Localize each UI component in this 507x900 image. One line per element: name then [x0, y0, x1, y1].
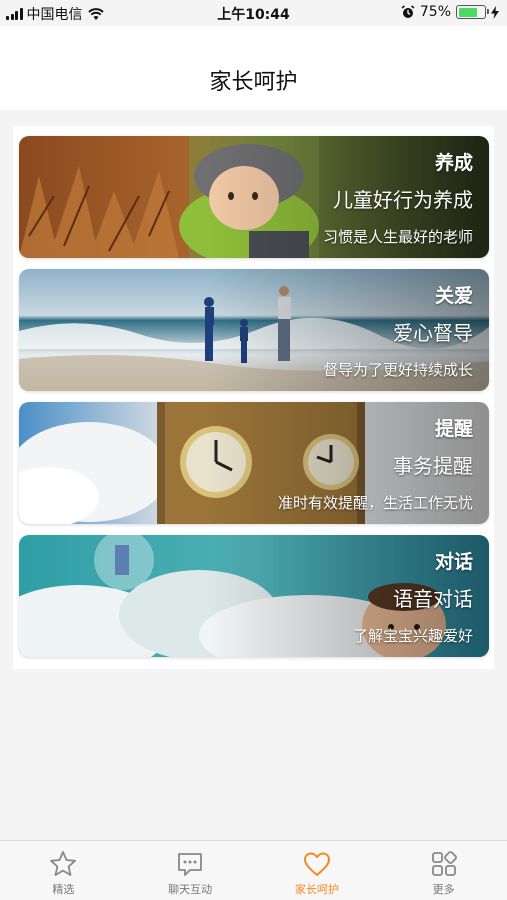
card-caption: 习惯是人生最好的老师: [322, 228, 473, 246]
caring-supervision-card[interactable]: 关爱 爱心督导 督导为了更好持续成长: [19, 269, 489, 391]
grid-icon: [431, 851, 457, 876]
card-subtitle: 语音对话: [393, 587, 473, 611]
card-caption: 了解宝宝兴趣爱好: [352, 627, 473, 645]
star-icon: [50, 851, 77, 876]
battery-fill: [458, 7, 478, 17]
tab-label: 家长呵护: [294, 883, 339, 896]
habit-training-card[interactable]: 养成 儿童好行为养成 习惯是人生最好的老师: [19, 136, 489, 258]
card-subtitle: 儿童好行为养成: [333, 188, 473, 212]
alarm-clock-icon: [401, 5, 415, 18]
tab-bar: 精选 聊天互动 家长呵护 更多: [0, 840, 507, 900]
tab-parent-care[interactable]: 家长呵护: [254, 841, 381, 900]
battery-icon: [456, 5, 489, 19]
feature-card-list: 养成 儿童好行为养成 习惯是人生最好的老师 关爱 爱心督导 督导为了更好持续成长…: [13, 126, 494, 669]
card-title: 提醒: [434, 418, 473, 440]
page-title: 家长呵护: [209, 70, 298, 95]
navigation-bar: 家长呵护: [0, 26, 507, 110]
card-subtitle: 爱心督导: [393, 321, 473, 345]
tab-more[interactable]: 更多: [380, 841, 507, 900]
tab-featured[interactable]: 精选: [0, 841, 127, 900]
tab-label: 更多: [432, 883, 455, 896]
battery-percent: 75%: [419, 4, 451, 20]
tab-label: 精选: [52, 883, 75, 896]
status-bar: 中国电信 上午10:44 75%: [0, 0, 507, 26]
card-caption: 准时有效提醒，生活工作无忧: [277, 494, 473, 512]
card-caption: 督导为了更好持续成长: [322, 361, 473, 379]
card-subtitle: 事务提醒: [393, 454, 473, 478]
charging-bolt-icon: [491, 5, 499, 19]
chat-bubble-icon: [178, 853, 203, 876]
card-title: 对话: [434, 551, 473, 573]
reminder-card[interactable]: 提醒 事务提醒 准时有效提醒，生活工作无忧: [19, 402, 489, 524]
voice-dialogue-card[interactable]: 对话 语音对话 了解宝宝兴趣爱好: [19, 535, 489, 657]
card-title: 养成: [434, 152, 473, 174]
status-right: 75%: [401, 4, 499, 20]
tab-chat[interactable]: 聊天互动: [127, 841, 254, 900]
heart-icon: [303, 852, 330, 876]
card-title: 关爱: [434, 285, 473, 307]
tab-label: 聊天互动: [168, 883, 213, 896]
